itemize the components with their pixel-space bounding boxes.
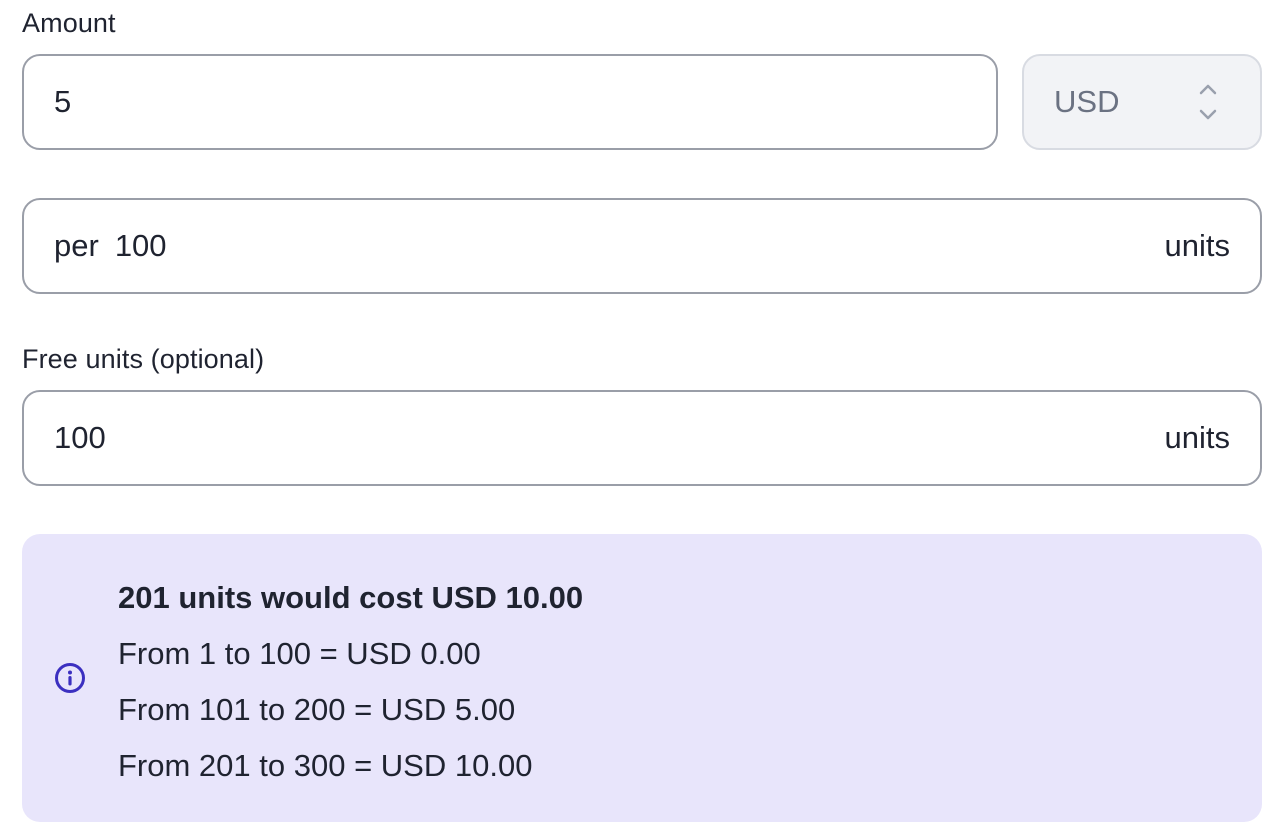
free-units-field[interactable]: units — [22, 390, 1262, 486]
cost-summary-title: 201 units would cost USD 10.00 — [118, 580, 584, 615]
free-units-suffix: units — [1164, 420, 1230, 455]
amount-field[interactable] — [22, 54, 998, 150]
currency-select[interactable]: USD — [1022, 54, 1262, 150]
chevron-up-down-icon — [1196, 82, 1220, 122]
amount-label: Amount — [22, 8, 116, 38]
pricing-form: Amount USD per units Free units (optiona… — [0, 0, 1284, 836]
per-units-input[interactable] — [114, 228, 1153, 264]
per-units-field[interactable]: per units — [22, 198, 1262, 294]
free-units-input[interactable] — [54, 420, 1153, 456]
per-units-suffix: units — [1164, 228, 1230, 263]
cost-tier-line: From 1 to 100 = USD 0.00 — [118, 636, 481, 671]
cost-summary-banner: 201 units would cost USD 10.00 From 1 to… — [22, 534, 1262, 822]
info-icon — [54, 662, 86, 694]
amount-input[interactable] — [54, 84, 966, 120]
cost-breakdown: 201 units would cost USD 10.00 From 1 to… — [118, 570, 583, 794]
cost-tier-line: From 201 to 300 = USD 10.00 — [118, 748, 533, 783]
free-units-label: Free units (optional) — [22, 344, 265, 374]
per-prefix: per — [54, 228, 99, 263]
currency-value: USD — [1054, 84, 1120, 119]
cost-tier-line: From 101 to 200 = USD 5.00 — [118, 692, 516, 727]
